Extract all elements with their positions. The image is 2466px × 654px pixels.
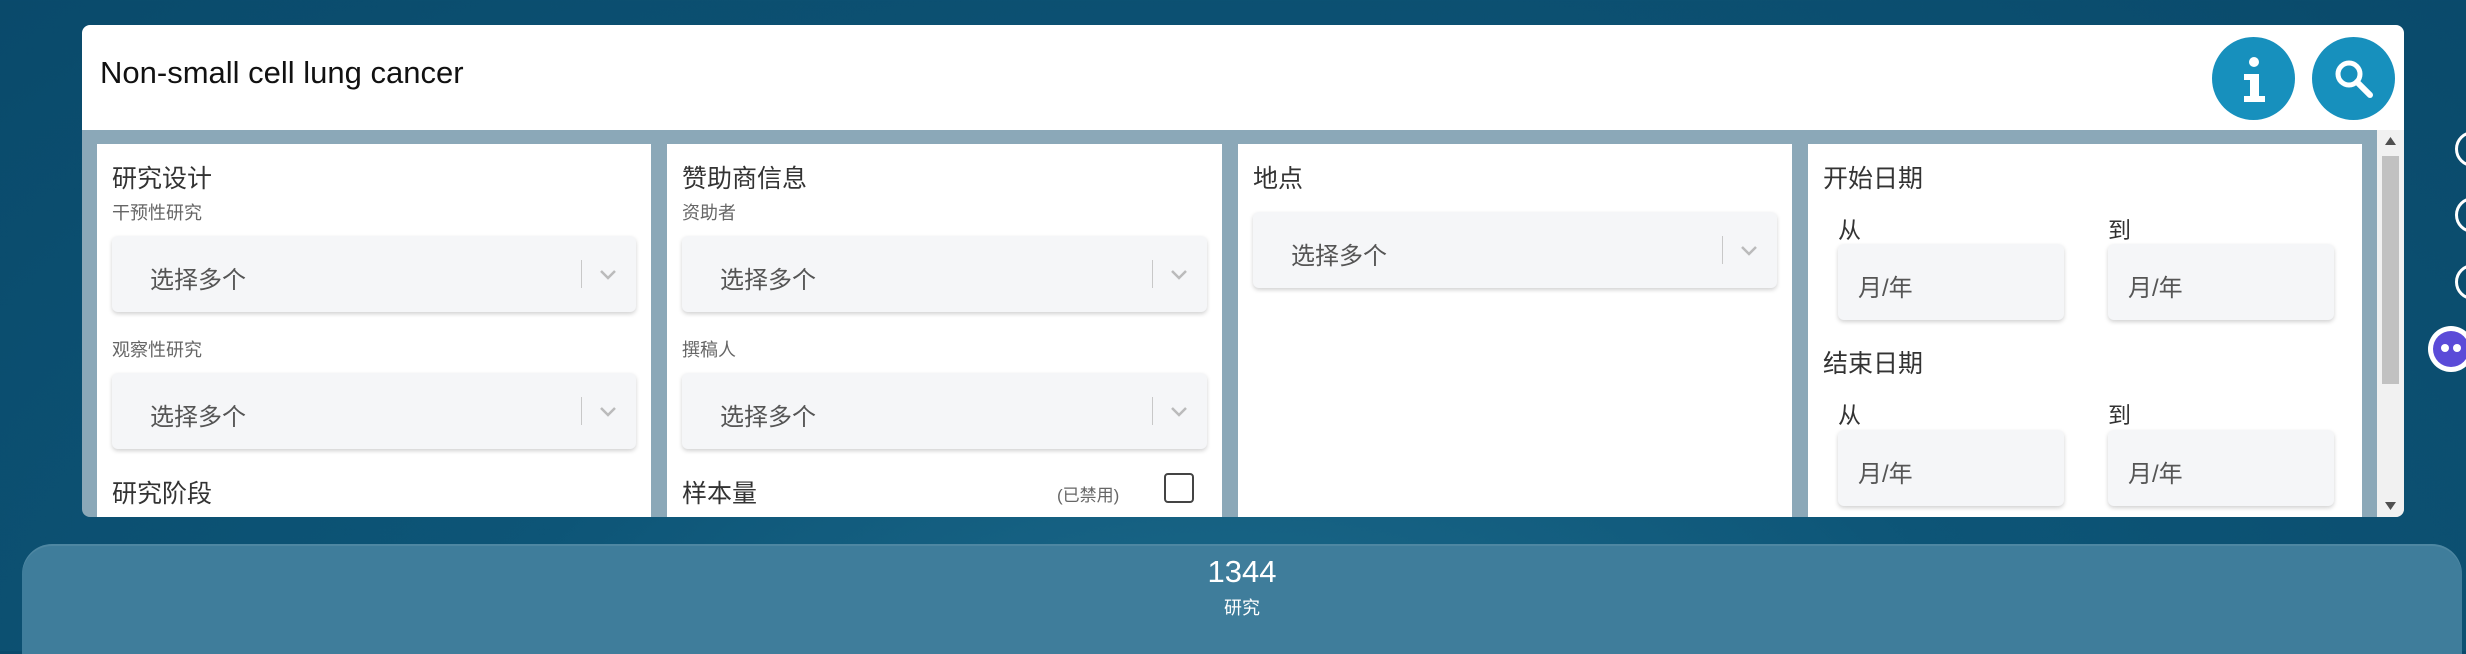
date-placeholder: 月/年 — [2128, 275, 2183, 302]
results-bar[interactable]: 1344 研究 — [22, 544, 2462, 654]
study-phase-title: 研究阶段 — [112, 480, 213, 508]
chevron-down-icon — [1171, 407, 1187, 417]
scroll-down-icon[interactable] — [2384, 501, 2397, 511]
start-from-input[interactable]: 月/年 — [1838, 244, 2064, 320]
select-separator — [1722, 236, 1723, 264]
location-panel: 地点 选择多个 — [1238, 144, 1792, 517]
date-placeholder: 月/年 — [1858, 461, 1913, 488]
edge-circle-icon[interactable] — [2455, 131, 2466, 167]
results-label: 研究 — [1224, 598, 1260, 618]
search-bar[interactable]: Non-small cell lung cancer — [82, 25, 2404, 130]
observational-label: 观察性研究 — [112, 340, 202, 360]
funder-label: 资助者 — [682, 203, 736, 223]
interventional-select[interactable]: 选择多个 — [112, 236, 636, 312]
select-placeholder: 选择多个 — [720, 404, 816, 431]
assistant-bot-icon[interactable] — [2428, 326, 2466, 372]
start-date-title: 开始日期 — [1823, 165, 1924, 193]
study-design-title: 研究设计 — [112, 165, 213, 193]
select-separator — [1152, 260, 1153, 288]
end-date-title: 结束日期 — [1823, 350, 1924, 378]
date-placeholder: 月/年 — [1858, 275, 1913, 302]
end-from-label: 从 — [1838, 402, 1861, 428]
edge-circle-icon[interactable] — [2455, 264, 2466, 300]
end-to-label: 到 — [2108, 402, 2131, 428]
end-from-input[interactable]: 月/年 — [1838, 430, 2064, 506]
scroll-thumb[interactable] — [2382, 156, 2399, 384]
sample-size-checkbox[interactable] — [1164, 473, 1194, 503]
disabled-label: (已禁用) — [1057, 486, 1120, 505]
interventional-label: 干预性研究 — [112, 203, 202, 223]
funder-select[interactable]: 选择多个 — [682, 236, 1207, 312]
chevron-down-icon — [1171, 270, 1187, 280]
filter-panels: 研究设计 干预性研究 选择多个 观察性研究 选择多个 研究阶段 赞助商信息 资助… — [82, 130, 2377, 517]
select-separator — [581, 397, 582, 425]
select-placeholder: 选择多个 — [150, 404, 246, 431]
chevron-down-icon — [600, 407, 616, 417]
select-separator — [1152, 397, 1153, 425]
search-icon — [2335, 60, 2373, 98]
start-from-label: 从 — [1838, 217, 1861, 243]
results-count: 1344 — [1207, 554, 1277, 589]
author-select[interactable]: 选择多个 — [682, 373, 1207, 449]
edge-circle-icon[interactable] — [2455, 197, 2466, 233]
location-select[interactable]: 选择多个 — [1253, 212, 1777, 288]
scroll-up-icon[interactable] — [2384, 136, 2397, 146]
select-placeholder: 选择多个 — [150, 267, 246, 294]
sample-size-title: 样本量 — [682, 480, 758, 508]
study-design-panel: 研究设计 干预性研究 选择多个 观察性研究 选择多个 研究阶段 — [97, 144, 651, 517]
search-query[interactable]: Non-small cell lung cancer — [100, 55, 464, 91]
search-card: Non-small cell lung cancer 研究设计 干预性研究 选择… — [82, 25, 2404, 517]
chevron-down-icon — [1741, 246, 1757, 256]
dates-panel: 开始日期 从 到 月/年 月/年 结束日期 从 到 月/年 月/年 — [1808, 144, 2362, 517]
chevron-down-icon — [600, 270, 616, 280]
info-icon — [2243, 56, 2265, 102]
select-placeholder: 选择多个 — [1291, 243, 1387, 270]
sponsor-panel: 赞助商信息 资助者 选择多个 撰稿人 选择多个 样本量 (已禁用) — [667, 144, 1222, 517]
start-to-label: 到 — [2108, 217, 2131, 243]
panel-scrollbar[interactable] — [2377, 130, 2404, 517]
date-placeholder: 月/年 — [2128, 461, 2183, 488]
select-separator — [581, 260, 582, 288]
search-button[interactable] — [2312, 37, 2395, 120]
start-to-input[interactable]: 月/年 — [2108, 244, 2334, 320]
select-placeholder: 选择多个 — [720, 267, 816, 294]
location-title: 地点 — [1253, 165, 1304, 193]
info-button[interactable] — [2212, 37, 2295, 120]
author-label: 撰稿人 — [682, 340, 736, 360]
sponsor-title: 赞助商信息 — [682, 165, 808, 193]
end-to-input[interactable]: 月/年 — [2108, 430, 2334, 506]
observational-select[interactable]: 选择多个 — [112, 373, 636, 449]
